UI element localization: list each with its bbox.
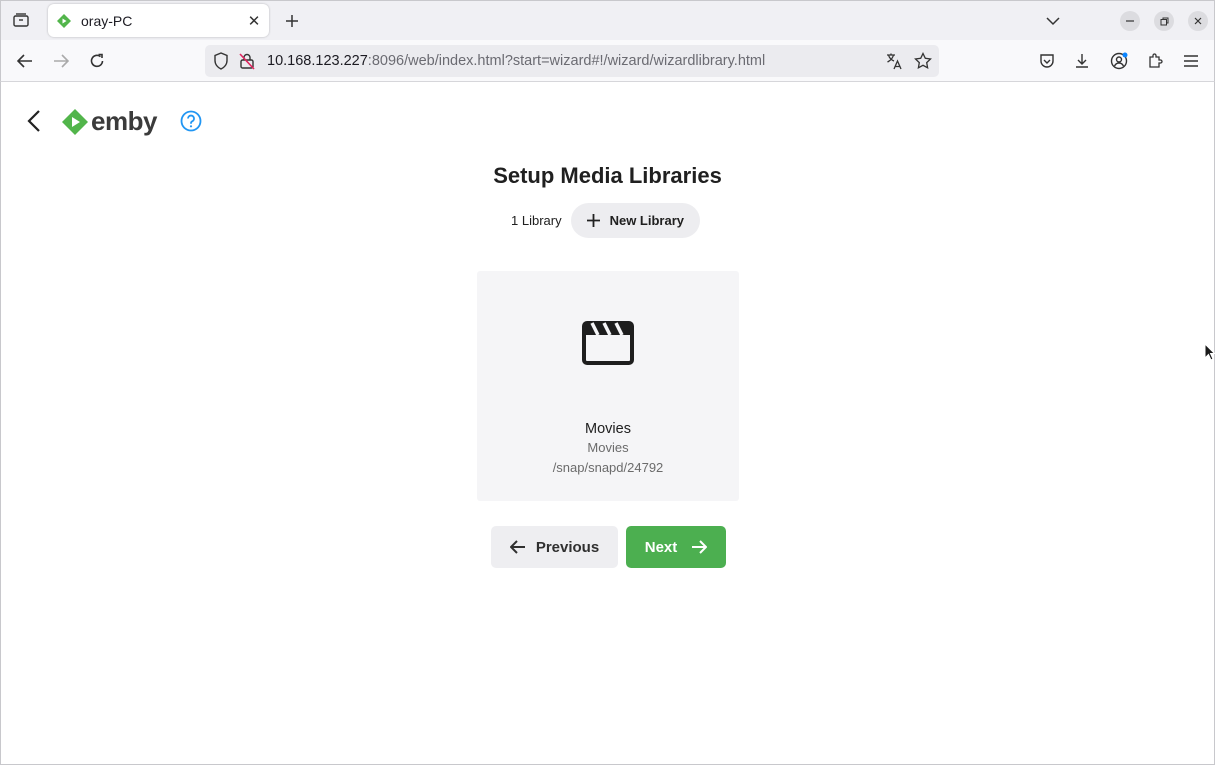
- mouse-cursor-icon: [1204, 343, 1215, 361]
- forward-icon[interactable]: [49, 49, 73, 73]
- browser-nav-bar: 10.168.123.227:8096/web/index.html?start…: [0, 40, 1215, 82]
- restore-window-icon[interactable]: [1152, 9, 1176, 33]
- emby-favicon-icon: [57, 13, 73, 29]
- library-path: /snap/snapd/24792: [552, 460, 664, 475]
- extensions-icon[interactable]: [1143, 49, 1167, 73]
- minimize-window-icon[interactable]: [1118, 9, 1142, 33]
- emby-logo-icon: [62, 108, 88, 135]
- help-icon[interactable]: [180, 110, 202, 132]
- bookmark-star-icon[interactable]: [914, 51, 932, 75]
- library-name: Movies: [585, 421, 631, 437]
- browser-tab[interactable]: oray-PC ✕: [48, 4, 269, 37]
- close-window-icon[interactable]: [1186, 9, 1210, 33]
- tab-close-icon[interactable]: ✕: [243, 10, 265, 32]
- reload-icon[interactable]: [85, 49, 109, 73]
- previous-label: Previous: [535, 538, 600, 556]
- page-title: Setup Media Libraries: [493, 163, 722, 188]
- pocket-icon[interactable]: [1035, 49, 1059, 73]
- back-arrow-icon[interactable]: [21, 108, 47, 134]
- url-path: :8096/web/index.html?start=wizard#!/wiza…: [367, 53, 766, 69]
- url-text: 10.168.123.227:8096/web/index.html?start…: [267, 53, 765, 69]
- account-icon[interactable]: [1107, 49, 1131, 73]
- emby-logo: emby: [61, 106, 157, 137]
- library-toolbar: 1 Library New Library: [511, 203, 700, 238]
- tab-overflow-chevron-icon[interactable]: [1041, 9, 1065, 33]
- address-bar[interactable]: 10.168.123.227:8096/web/index.html?start…: [205, 45, 939, 77]
- arrow-left-icon: [509, 540, 525, 554]
- back-icon[interactable]: [13, 49, 37, 73]
- next-button[interactable]: Next: [626, 526, 726, 568]
- previous-button[interactable]: Previous: [491, 526, 618, 568]
- arrow-right-icon: [692, 540, 708, 554]
- logo-text: emby: [91, 106, 157, 136]
- movie-clapper-icon: [582, 321, 634, 365]
- new-library-button[interactable]: New Library: [570, 203, 700, 238]
- plus-icon: [586, 214, 600, 227]
- shield-icon[interactable]: [213, 52, 229, 75]
- emby-wizard-page: emby Setup Media Libraries 1 Library New…: [0, 82, 1215, 765]
- new-tab-icon[interactable]: [280, 9, 304, 33]
- translate-icon[interactable]: [885, 52, 903, 75]
- new-library-label: New Library: [609, 213, 684, 228]
- insecure-lock-icon[interactable]: [239, 52, 255, 75]
- url-host: 10.168.123.227: [267, 53, 368, 69]
- downloads-icon[interactable]: [1070, 49, 1094, 73]
- next-label: Next: [644, 538, 678, 556]
- library-card[interactable]: Movies Movies /snap/snapd/24792: [477, 271, 739, 501]
- library-type: Movies: [587, 440, 629, 455]
- tab-title: oray-PC: [81, 12, 133, 29]
- tab-list-icon[interactable]: [9, 8, 33, 32]
- library-count: 1 Library: [511, 213, 562, 228]
- browser-tab-bar: oray-PC ✕: [0, 0, 1215, 40]
- menu-icon[interactable]: [1179, 49, 1203, 73]
